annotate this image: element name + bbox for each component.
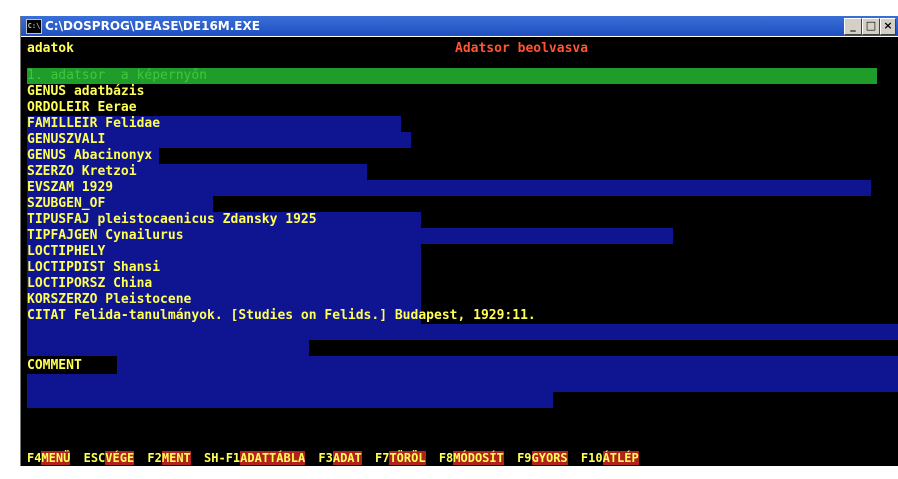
field-comment-label[interactable]: COMMENT [27,358,82,374]
field-szerzo[interactable]: SZERZO Kretzoi [27,164,137,180]
field-bg [27,324,898,340]
fkey-f7-label[interactable]: TÖRÖL [389,451,426,465]
record-status-text: 1. adatsor a képernyőn [27,68,208,83]
fkey-shf1-label[interactable]: ADATTÁBLA [240,451,306,465]
fkey-f9-label[interactable]: GYORS [531,451,568,465]
close-button[interactable]: × [880,18,896,35]
field-citat[interactable]: CITAT Felida-tanulmányok. [Studies on Fe… [27,308,536,324]
fkey-f10-key[interactable]: F10 [581,451,603,465]
fkey-f3-label[interactable]: ADAT [332,451,362,465]
field-tipusfaj[interactable]: TIPUSFAJ pleistocaenicus Zdansky 1925 [27,212,317,228]
field-bg [27,180,871,196]
field-loctiporsz[interactable]: LOCTIPORSZ China [27,276,152,292]
field-szubgen[interactable]: SZUBGEN_OF [27,196,105,212]
comment-bg [27,374,898,392]
mode-label: adatok [27,41,74,56]
minimize-button[interactable]: _ [844,18,862,35]
field-tipfajgen[interactable]: TIPFAJGEN Cynailurus [27,228,184,244]
field-genus-db[interactable]: GENUS adatbázis [27,84,144,100]
fkey-f9-key[interactable]: F9 [517,451,531,465]
field-ordoleir[interactable]: ORDOLEIR Eerae [27,100,137,116]
field-loctipdist[interactable]: LOCTIPDIST Shansi [27,260,160,276]
function-key-bar: F4MENÜ ESCVÉGE F2MENT SH-F1ADATTÁBLA F3A… [27,451,645,465]
fkey-f8-key[interactable]: F8 [439,451,453,465]
field-familleir[interactable]: FAMILLEIR Felidae [27,116,160,132]
fkey-esc-key[interactable]: ESC [84,451,106,465]
field-genuszvali[interactable]: GENUSZVALI [27,132,105,148]
field-loctiphely[interactable]: LOCTIPHELY [27,244,105,260]
maximize-button[interactable]: □ [862,18,880,35]
field-bg [27,340,309,356]
window-title: C:\DOSPROG\DEASE\DE16M.EXE [45,19,260,33]
fkey-f2-key[interactable]: F2 [147,451,161,465]
fkey-f10-label[interactable]: ÁTLÉP [602,451,639,465]
fkey-f8-label[interactable]: MÓDOSÍT [453,451,504,465]
field-genus[interactable]: GENUS Abacinonyx [27,148,152,164]
field-evszam[interactable]: EVSZAM 1929 [27,180,113,196]
fkey-f7-key[interactable]: F7 [375,451,389,465]
fkey-f4-key[interactable]: F4 [27,451,41,465]
fkey-shf1-key[interactable]: SH-F1 [204,451,240,465]
fkey-f3-key[interactable]: F3 [318,451,332,465]
console-window: C:\ C:\DOSPROG\DEASE\DE16M.EXE _ □ × ada… [20,16,898,466]
field-korszerzo[interactable]: KORSZERZO Pleistocene [27,292,191,308]
comment-bg [117,356,898,374]
title-bar[interactable]: C:\ C:\DOSPROG\DEASE\DE16M.EXE _ □ × [21,16,898,36]
comment-bg [27,392,553,408]
console-app-icon[interactable]: C:\ [26,19,42,34]
fkey-f4-label[interactable]: MENÜ [41,451,71,465]
status-message: Adatsor beolvasva [455,41,589,56]
console-screen[interactable]: adatok Adatsor beolvasva 1. adatsor a ké… [21,37,898,466]
fkey-f2-label[interactable]: MENT [161,451,191,465]
fkey-esc-label[interactable]: VÉGE [105,451,135,465]
